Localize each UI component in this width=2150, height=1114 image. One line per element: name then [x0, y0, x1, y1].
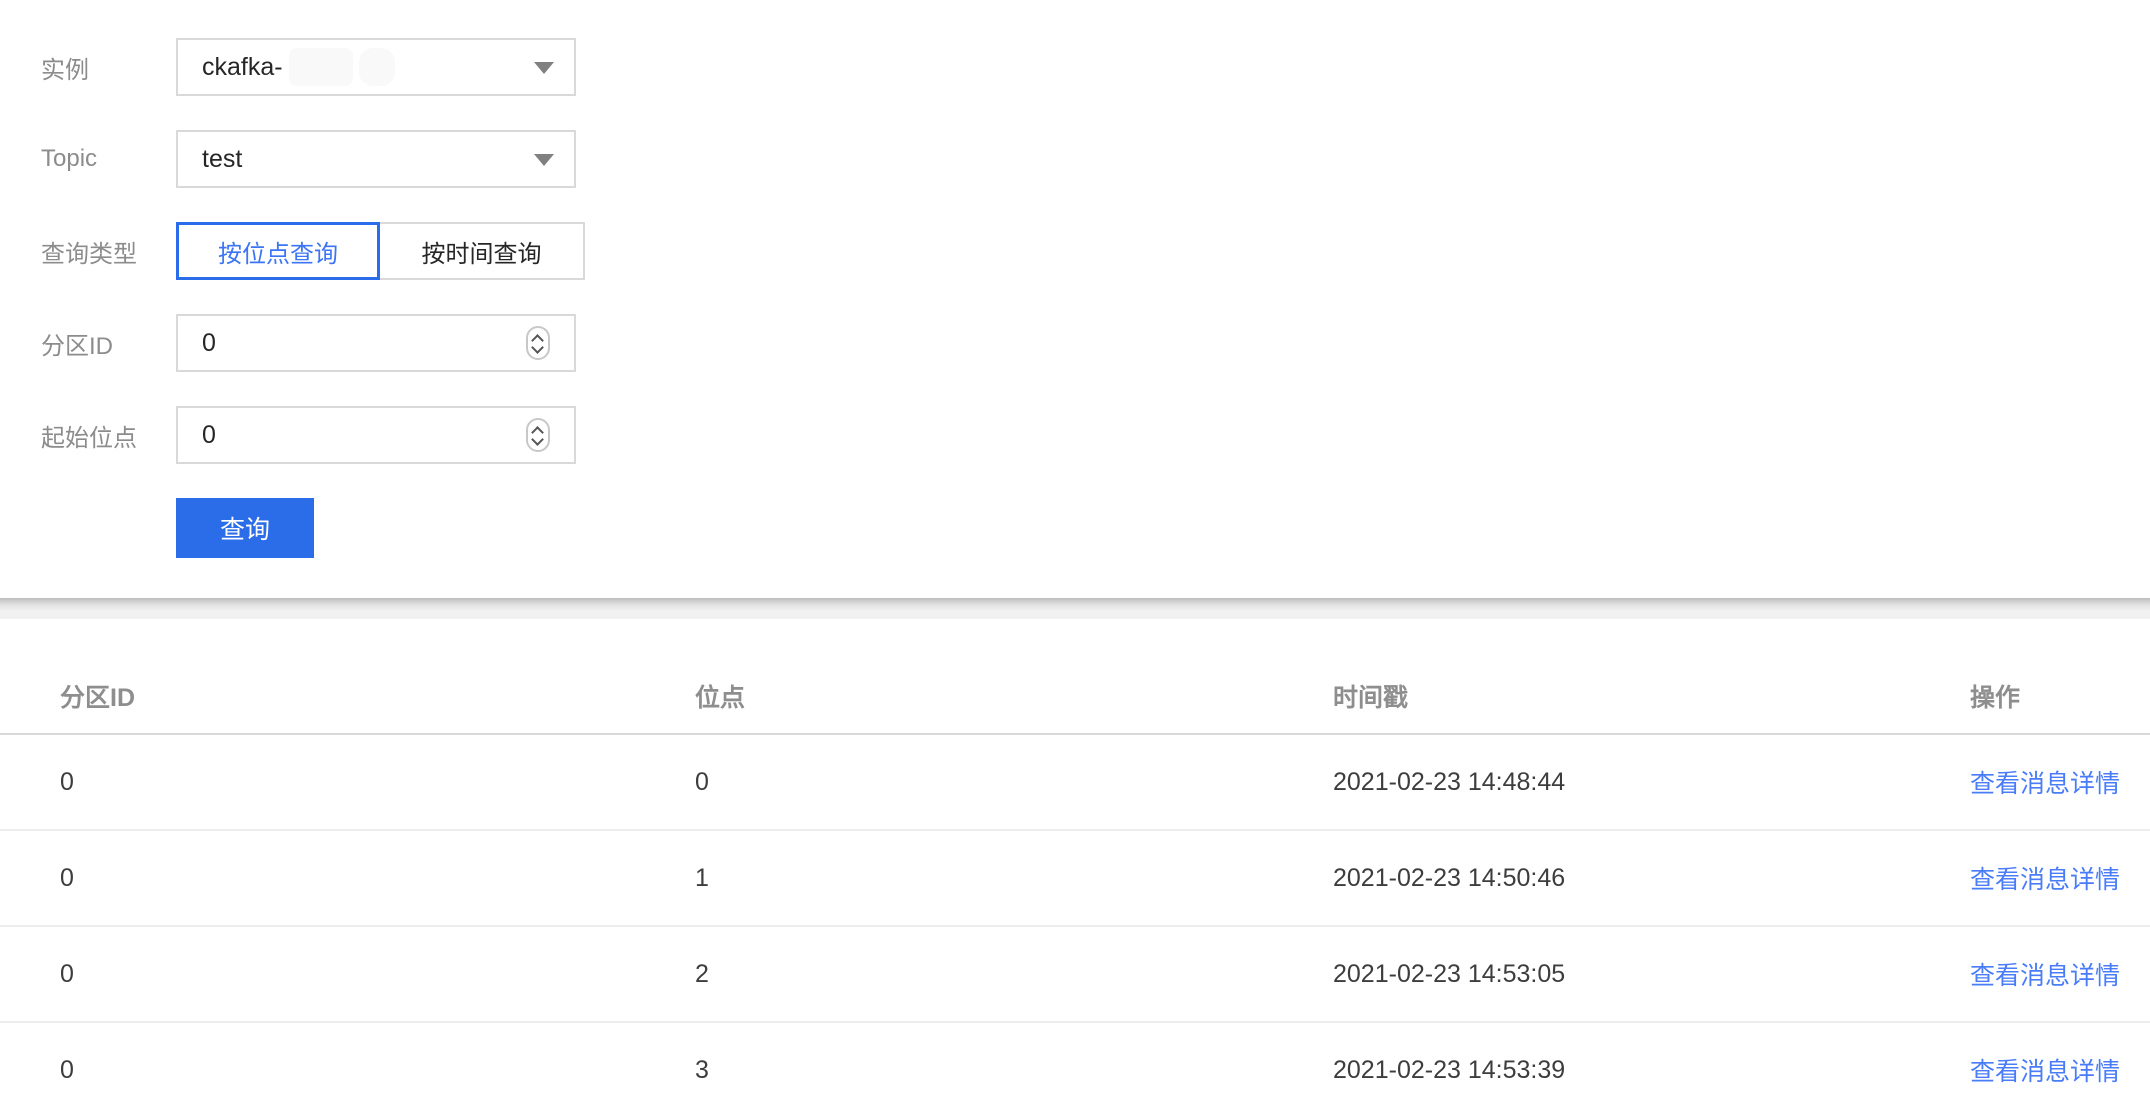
start-offset-input[interactable]: [178, 408, 574, 462]
col-header-action: 操作: [1970, 678, 2150, 714]
view-message-details-link[interactable]: 查看消息详情: [1970, 770, 2120, 798]
cell-partition-id: 0: [60, 1056, 695, 1085]
view-message-details-link[interactable]: 查看消息详情: [1970, 866, 2120, 894]
cell-partition-id: 0: [60, 768, 695, 797]
start-offset-row: 起始位点: [0, 406, 2150, 464]
table-row: 0 2 2021-02-23 14:53:05 查看消息详情: [0, 927, 2150, 1023]
query-type-label: 查询类型: [41, 234, 176, 269]
col-header-offset: 位点: [695, 678, 1333, 714]
cell-offset: 3: [695, 1056, 1333, 1085]
redacted-instance-id: [289, 48, 353, 86]
query-type-row: 查询类型 按位点查询 按时间查询: [0, 222, 2150, 280]
instance-select-value: ckafka-: [202, 48, 395, 86]
stepper-up-icon[interactable]: [533, 336, 543, 342]
stepper-up-icon[interactable]: [533, 428, 543, 434]
start-offset-stepper[interactable]: [526, 418, 550, 452]
tab-query-by-time[interactable]: 按时间查询: [380, 222, 585, 280]
partition-id-input[interactable]: [178, 316, 574, 370]
view-message-details-link[interactable]: 查看消息详情: [1970, 1058, 2120, 1086]
partition-id-label: 分区ID: [41, 326, 176, 361]
query-form-card: 实例 ckafka- Topic test 查询类型 按位点查询 按时间查询 分…: [0, 0, 2150, 598]
instance-label: 实例: [41, 50, 176, 85]
partition-id-stepper[interactable]: [526, 326, 550, 360]
redacted-instance-id-2: [359, 48, 395, 86]
cell-offset: 1: [695, 864, 1333, 893]
topic-select[interactable]: test: [176, 130, 576, 188]
cell-timestamp: 2021-02-23 14:48:44: [1333, 768, 1970, 797]
cell-timestamp: 2021-02-23 14:50:46: [1333, 864, 1970, 893]
topic-select-value: test: [202, 145, 242, 174]
col-header-partition-id: 分区ID: [60, 678, 695, 714]
cell-timestamp: 2021-02-23 14:53:39: [1333, 1056, 1970, 1085]
results-table-card: 分区ID 位点 时间戳 操作 0 0 2021-02-23 14:48:44 查…: [0, 619, 2150, 1114]
table-row: 0 1 2021-02-23 14:50:46 查看消息详情: [0, 831, 2150, 927]
stepper-down-icon[interactable]: [533, 437, 543, 443]
topic-row: Topic test: [0, 130, 2150, 188]
tab-query-by-offset[interactable]: 按位点查询: [176, 222, 380, 280]
partition-id-row: 分区ID: [0, 314, 2150, 372]
submit-row: 查询: [0, 498, 2150, 558]
col-header-timestamp: 时间戳: [1333, 678, 1970, 714]
partition-id-input-wrap: [176, 314, 576, 372]
query-button[interactable]: 查询: [176, 498, 314, 558]
table-row: 0 3 2021-02-23 14:53:39 查看消息详情: [0, 1023, 2150, 1114]
chevron-down-icon: [534, 62, 554, 74]
cell-offset: 2: [695, 960, 1333, 989]
instance-row: 实例 ckafka-: [0, 38, 2150, 96]
query-type-tabs: 按位点查询 按时间查询: [176, 222, 585, 280]
cell-partition-id: 0: [60, 864, 695, 893]
cell-timestamp: 2021-02-23 14:53:05: [1333, 960, 1970, 989]
table-row: 0 0 2021-02-23 14:48:44 查看消息详情: [0, 735, 2150, 831]
instance-select[interactable]: ckafka-: [176, 38, 576, 96]
view-message-details-link[interactable]: 查看消息详情: [1970, 962, 2120, 990]
topic-label: Topic: [41, 145, 176, 173]
stepper-down-icon[interactable]: [533, 345, 543, 351]
table-header-row: 分区ID 位点 时间戳 操作: [0, 659, 2150, 735]
chevron-down-icon: [534, 154, 554, 166]
start-offset-label: 起始位点: [41, 418, 176, 453]
start-offset-input-wrap: [176, 406, 576, 464]
cell-offset: 0: [695, 768, 1333, 797]
cell-partition-id: 0: [60, 960, 695, 989]
section-divider: [0, 598, 2150, 619]
